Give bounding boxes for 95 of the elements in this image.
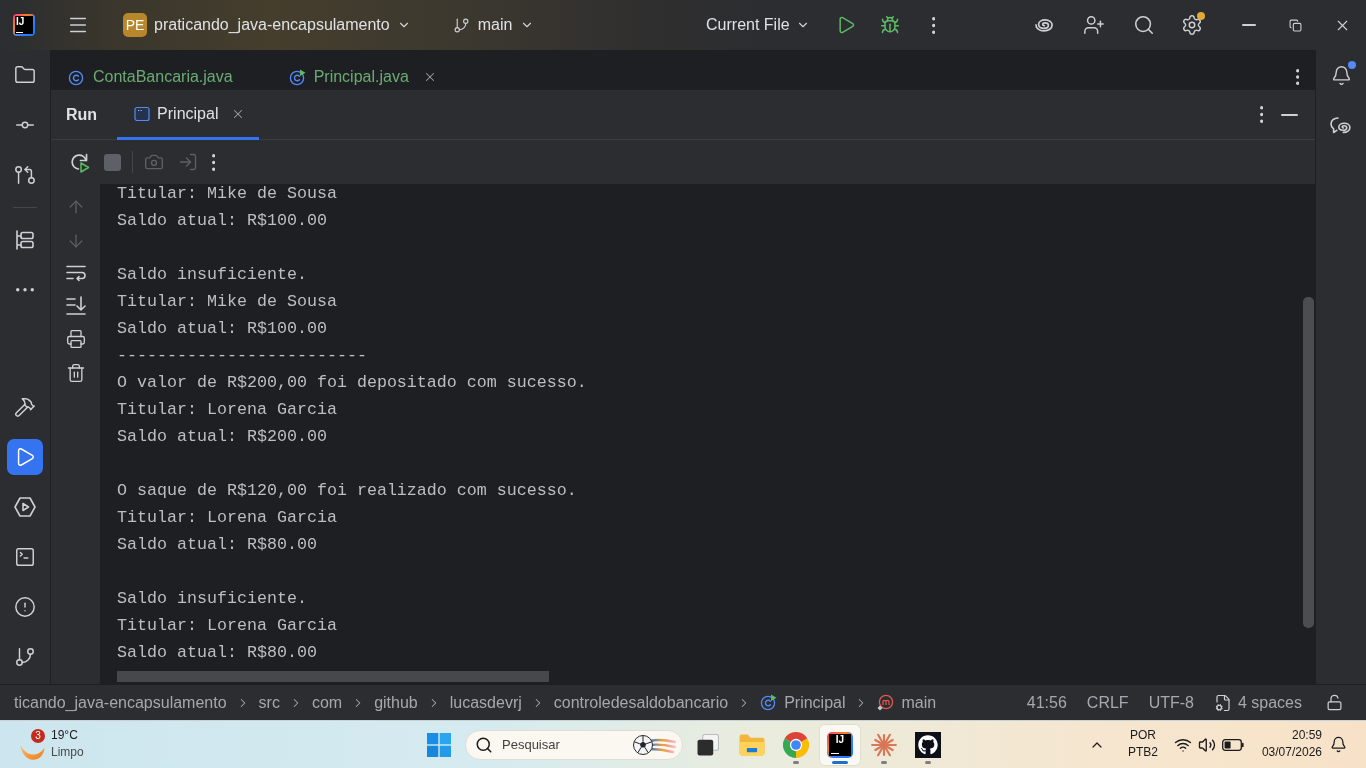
weather-condition: Limpo bbox=[51, 746, 84, 760]
minimize-icon[interactable] bbox=[1281, 113, 1298, 116]
input-language[interactable]: POR bbox=[1129, 729, 1156, 743]
console-line: Saldo atual: R$80.00 bbox=[117, 642, 317, 664]
clock-time[interactable]: 20:59 bbox=[1291, 729, 1322, 743]
branch-selector[interactable]: main bbox=[446, 8, 541, 42]
logo-text: IJ bbox=[829, 733, 851, 756]
breadcrumb-item[interactable]: Principal bbox=[760, 693, 846, 712]
keyboard-layout[interactable]: PTB2 bbox=[1127, 746, 1158, 760]
project-selector[interactable]: PE praticando_java-encapsulamento bbox=[117, 8, 417, 42]
folder-icon bbox=[14, 64, 36, 86]
hammer-icon bbox=[14, 396, 36, 418]
taskbar-app-button[interactable]: IJ bbox=[820, 724, 860, 765]
color-wheel-icon bbox=[783, 731, 809, 758]
more-icon[interactable] bbox=[1295, 69, 1299, 85]
search-icon bbox=[475, 735, 493, 754]
settings-icon[interactable] bbox=[1181, 14, 1203, 36]
chat-spiral-icon[interactable] bbox=[1330, 117, 1352, 134]
file-gear-icon bbox=[1213, 693, 1232, 712]
console-line: Titular: Lorena Garcia bbox=[117, 507, 337, 529]
breadcrumb-item[interactable]: com bbox=[311, 693, 343, 712]
pull-request-icon bbox=[14, 164, 36, 186]
breadcrumb-item[interactable]: main bbox=[877, 693, 937, 712]
console-line: Saldo insuficiente. bbox=[117, 588, 307, 610]
soft-wrap-icon[interactable] bbox=[65, 265, 86, 282]
logo-text: IJ bbox=[15, 16, 33, 34]
caret-position[interactable]: 41:56 bbox=[1026, 693, 1067, 712]
file-encoding[interactable]: UTF-8 bbox=[1148, 693, 1194, 712]
open-lock-icon[interactable] bbox=[1326, 694, 1343, 711]
runnable-class-icon bbox=[760, 694, 778, 711]
console-line: Titular: Mike de Sousa bbox=[117, 184, 337, 205]
alert-circle-icon bbox=[14, 596, 36, 618]
starburst-icon bbox=[871, 731, 897, 758]
printer-icon[interactable] bbox=[65, 329, 86, 349]
panel-title: Run bbox=[66, 105, 98, 124]
console-window-icon bbox=[134, 105, 151, 122]
breadcrumb-item[interactable]: lucasdevrj bbox=[449, 693, 522, 712]
minimize-icon bbox=[1241, 24, 1256, 26]
search-icon[interactable] bbox=[1133, 14, 1155, 36]
console-line: Saldo atual: R$100.00 bbox=[117, 210, 327, 232]
scroll-to-end-icon[interactable] bbox=[65, 296, 86, 315]
editor-tab[interactable]: ContaBancaria.java bbox=[68, 64, 249, 90]
console-line: Saldo atual: R$80.00 bbox=[117, 534, 317, 556]
overlapping-squares-icon bbox=[697, 733, 719, 756]
method-icon bbox=[877, 694, 895, 711]
breadcrumb-item[interactable]: ticando_java-encapsulamento bbox=[14, 693, 227, 712]
git-branch-icon bbox=[452, 16, 470, 34]
runnable-class-icon bbox=[288, 68, 306, 86]
bug-icon[interactable] bbox=[879, 15, 900, 35]
four-panes-icon[interactable] bbox=[427, 732, 451, 757]
count-badge: 3 bbox=[31, 729, 45, 743]
battery-icon[interactable] bbox=[1221, 738, 1244, 751]
search-field[interactable]: Pesquisar bbox=[465, 729, 683, 760]
structure-icon bbox=[16, 230, 34, 250]
project-badge: PE bbox=[123, 13, 147, 37]
breadcrumb-item[interactable]: controledesaldobancario bbox=[553, 693, 729, 712]
bell-icon[interactable] bbox=[1330, 65, 1352, 86]
more-icon bbox=[16, 288, 34, 292]
tool-window-button[interactable] bbox=[7, 439, 43, 475]
breadcrumb-item[interactable]: src bbox=[258, 693, 280, 712]
console-line: Saldo atual: R$100.00 bbox=[117, 318, 327, 340]
console-line: Saldo atual: R$200.00 bbox=[117, 426, 327, 448]
trash-icon[interactable] bbox=[65, 363, 86, 383]
console-line: ------------------------- bbox=[117, 345, 367, 367]
folder-icon bbox=[739, 733, 765, 756]
breadcrumb-item[interactable]: github bbox=[374, 693, 418, 712]
add-user-icon[interactable] bbox=[1083, 14, 1105, 36]
soccer-ball-icon bbox=[632, 733, 676, 756]
console-line: Titular: Mike de Sousa bbox=[117, 291, 337, 313]
more-icon[interactable] bbox=[931, 16, 935, 34]
scrollbar-thumb[interactable] bbox=[117, 671, 549, 682]
line-separator[interactable]: CRLF bbox=[1086, 693, 1129, 712]
terminal-icon bbox=[14, 546, 36, 568]
console-line: O saque de R$120,00 foi realizado com sucesso. bbox=[117, 480, 577, 502]
console-line: Titular: Lorena Garcia bbox=[117, 615, 337, 637]
hexagon-play-icon bbox=[14, 497, 36, 517]
clock-date[interactable]: 03/07/2026 bbox=[1261, 746, 1322, 760]
temperature-text: 19°C bbox=[51, 729, 78, 743]
rerun-icon[interactable] bbox=[69, 151, 90, 173]
bell-icon[interactable] bbox=[1330, 736, 1347, 753]
restore-icon bbox=[1289, 18, 1302, 32]
cat-silhouette-icon bbox=[915, 731, 941, 758]
editor-tab[interactable]: Principal.java bbox=[288, 64, 437, 90]
console-line: O valor de R$200,00 foi depositado com sucesso. bbox=[117, 372, 587, 394]
indent-setting[interactable]: 4 spaces bbox=[1213, 693, 1302, 712]
console-line: Titular: Lorena Garcia bbox=[117, 399, 337, 421]
spiral-icon[interactable] bbox=[1033, 16, 1055, 34]
more-icon[interactable] bbox=[212, 153, 216, 171]
git-branch-icon bbox=[14, 646, 36, 668]
class-icon bbox=[68, 68, 85, 86]
more-icon[interactable] bbox=[1259, 106, 1263, 123]
console-line: Saldo insuficiente. bbox=[117, 264, 307, 286]
scrollbar-thumb[interactable] bbox=[1303, 297, 1314, 628]
speaker-icon[interactable] bbox=[1197, 735, 1216, 754]
run-configuration-selector[interactable]: Current File bbox=[698, 8, 818, 42]
